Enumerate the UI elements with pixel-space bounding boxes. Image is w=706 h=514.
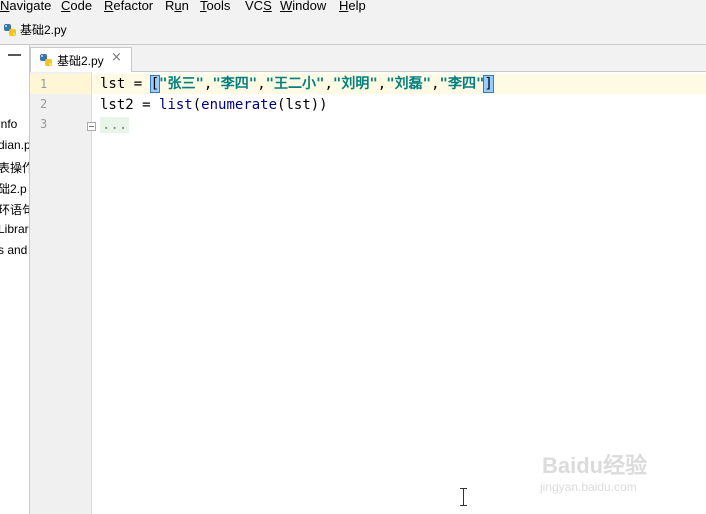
menu-tools[interactable]: Tools xyxy=(200,0,230,13)
line-number: 1 xyxy=(40,77,48,91)
tree-item[interactable]: 础2.p xyxy=(0,180,27,197)
menu-code[interactable]: Code xyxy=(61,0,92,13)
tree-item[interactable]: 环语句 xyxy=(0,201,29,218)
watermark-url: jingyan.baidu.com xyxy=(540,480,637,494)
menu-window[interactable]: Window xyxy=(280,0,326,13)
matched-bracket-close: ] xyxy=(483,75,494,93)
editor-gutter: 1 2 3 xyxy=(30,72,96,514)
tree-item[interactable]: s and xyxy=(0,243,27,257)
folded-code-placeholder: ... xyxy=(100,117,130,133)
close-icon[interactable]: × xyxy=(111,50,122,65)
menu-refactor[interactable]: Refactor xyxy=(104,0,153,13)
baidu-watermark: Baidu经验 jingyan.baidu.com xyxy=(536,440,696,500)
menu-navigate[interactable]: Navigate xyxy=(0,0,51,13)
code-line-1[interactable]: lst = ["张三","李四","王二小","刘明","刘磊","李四"] xyxy=(100,74,494,94)
code-line-2[interactable]: lst2 = list(enumerate(lst)) xyxy=(100,95,328,115)
navigation-bar: 基础2.py xyxy=(0,16,706,45)
menu-help[interactable]: Help xyxy=(339,0,366,13)
tree-item[interactable]: info xyxy=(0,117,17,131)
tree-item[interactable]: Librar xyxy=(0,222,29,236)
tree-item[interactable]: dian.p xyxy=(0,138,29,152)
menu-vcs[interactable]: VCS xyxy=(245,0,272,13)
python-file-icon xyxy=(4,24,16,36)
tree-item[interactable]: 表操作 xyxy=(0,159,29,176)
code-line-3[interactable]: ... xyxy=(100,115,130,135)
tab-label: 基础2.py xyxy=(57,54,104,68)
menu-bar: Navigate Code Refactor Run Tools VCS Win… xyxy=(0,0,706,16)
editor-tab-bar: 基础2.py × xyxy=(30,45,706,72)
text-cursor-icon xyxy=(460,488,467,506)
breadcrumb-file[interactable]: 基础2.py xyxy=(20,21,67,38)
matched-bracket-open: [ xyxy=(149,75,161,93)
collapse-icon[interactable] xyxy=(8,54,21,56)
watermark-brand: Baidu经验 xyxy=(542,453,648,478)
menu-run[interactable]: Run xyxy=(165,0,189,13)
tab-basics2-py[interactable]: 基础2.py × xyxy=(30,47,132,72)
project-tool-window: info dian.p 表操作 础2.p 环语句 Librar s and xyxy=(0,45,30,514)
line-number: 3 xyxy=(40,117,48,131)
line-number: 2 xyxy=(40,97,48,111)
python-file-icon xyxy=(40,54,52,66)
